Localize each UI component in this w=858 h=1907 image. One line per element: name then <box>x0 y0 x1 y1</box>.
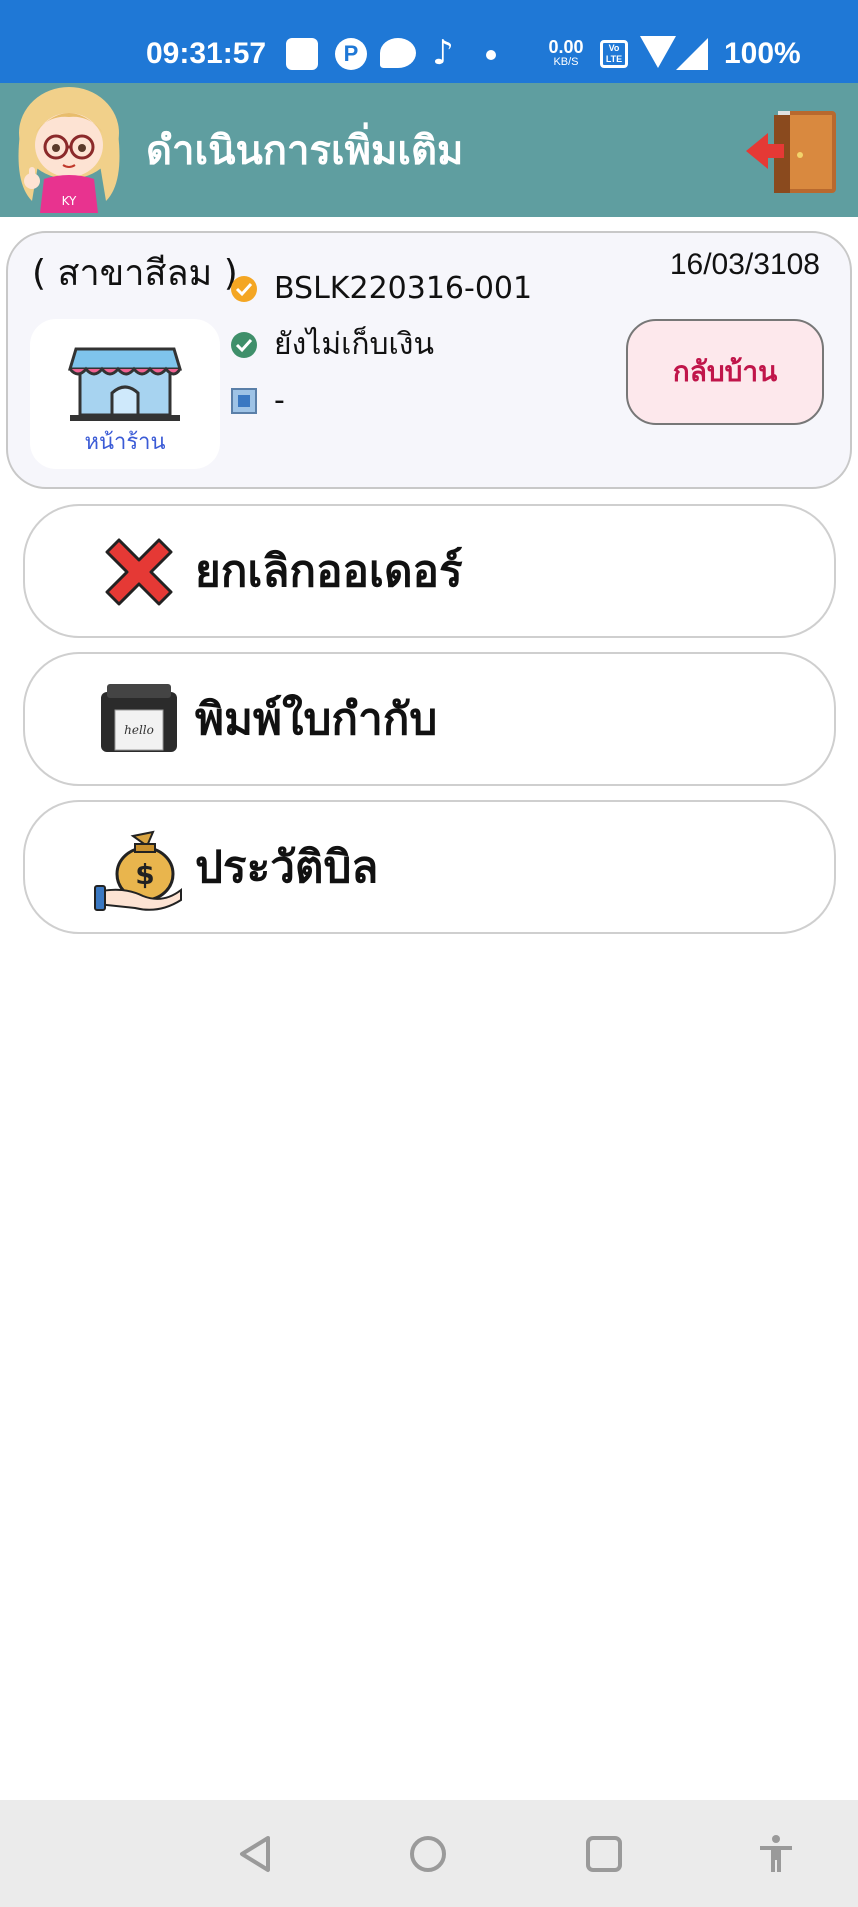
app-header: KY ดำเนินการเพิ่มเติม <box>0 83 858 217</box>
network-speed-unit: KB/S <box>553 56 579 68</box>
svg-text:$: $ <box>135 858 154 891</box>
bill-history-button[interactable]: $ ประวัติบิล <box>23 800 836 934</box>
volte-icon: Vo LTE <box>600 40 628 68</box>
status-time: 09:31:57 <box>146 37 267 70</box>
exit-door-icon[interactable] <box>744 107 840 195</box>
cell-signal-icon <box>676 38 708 70</box>
storefront-icon <box>67 347 183 421</box>
svg-text:hello: hello <box>124 723 154 737</box>
payment-status: ยังไม่เก็บเงิน <box>274 327 434 362</box>
page-title: ดำเนินการเพิ่มเติม <box>146 128 464 174</box>
pinterest-icon: P <box>335 38 367 70</box>
check-circle-orange-icon <box>231 276 257 302</box>
network-speed-value: 0.00 <box>548 37 584 57</box>
printer-icon: hello <box>101 684 177 752</box>
storefront-thumbnail: หน้าร้าน <box>30 319 220 469</box>
recents-square-icon[interactable] <box>582 1832 626 1876</box>
take-home-button[interactable]: กลับบ้าน <box>626 319 824 425</box>
cancel-order-button[interactable]: ยกเลิกออเดอร์ <box>23 504 836 638</box>
table-square-icon <box>231 388 257 414</box>
tiktok-icon: ♪ <box>432 33 454 73</box>
table-value: - <box>274 383 285 418</box>
order-summary-card: ( สาขาสีลม ) 16/03/3108 หน้าร้าน BSLK220… <box>6 231 852 489</box>
battery-percentage: 100% <box>724 37 801 70</box>
bill-history-label: ประวัติบิล <box>195 842 379 893</box>
wifi-icon <box>640 36 676 68</box>
cancel-order-label: ยกเลิกออเดอร์ <box>195 546 463 597</box>
system-nav-bar <box>0 1800 858 1907</box>
money-bag-icon: $ <box>94 830 182 911</box>
mascot-badge-text: KY <box>62 194 77 208</box>
mascot-avatar-icon: KY <box>18 87 120 213</box>
chat-bubble-icon <box>380 38 416 68</box>
home-circle-icon[interactable] <box>406 1832 450 1876</box>
order-id-row: BSLK220316-001 <box>230 269 590 309</box>
branch-name: ( สาขาสีลม ) <box>32 253 238 294</box>
print-invoice-button[interactable]: hello พิมพ์ใบกำกับ <box>23 652 836 786</box>
order-id: BSLK220316-001 <box>274 271 533 306</box>
table-row: - <box>230 381 430 421</box>
network-speed: 0.00 KB/S <box>546 38 586 68</box>
payment-status-row: ยังไม่เก็บเงิน <box>230 325 530 365</box>
check-circle-green-icon <box>231 332 257 358</box>
cancel-x-icon <box>105 538 173 606</box>
status-bar: 09:31:57 P ♪ 0.00 KB/S Vo LTE 100% <box>0 0 858 83</box>
print-invoice-label: พิมพ์ใบกำกับ <box>195 694 438 745</box>
accessibility-icon[interactable] <box>754 1832 798 1876</box>
order-date: 16/03/3108 <box>669 248 820 281</box>
notification-square-icon <box>286 38 318 70</box>
storefront-caption: หน้าร้าน <box>84 430 166 455</box>
more-notifications-dot-icon <box>486 50 496 60</box>
back-triangle-icon[interactable] <box>234 1832 278 1876</box>
